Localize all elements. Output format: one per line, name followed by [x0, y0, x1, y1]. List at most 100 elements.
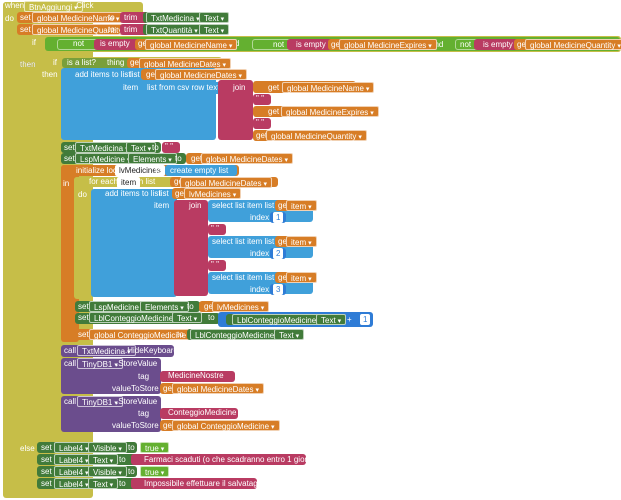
to-label: to [128, 443, 135, 452]
prop-dropdown-text[interactable]: Text [274, 329, 305, 340]
string-value: " " [211, 224, 219, 233]
plus-operator: + [347, 315, 352, 324]
event-name-label: .Click [74, 1, 94, 10]
component-dropdown-txtquantita[interactable]: TxtQuantità [146, 24, 203, 35]
var-dropdown-lvmedicines[interactable]: lvMedicines [212, 301, 270, 312]
is-empty-label: is empty [483, 40, 513, 49]
bool-dropdown-true[interactable]: true [140, 442, 170, 453]
join-label: join [233, 83, 246, 92]
index-label: index [250, 285, 270, 294]
component-dropdown-lspmedicine[interactable]: LspMedicine [75, 153, 136, 164]
to-label: to [152, 143, 159, 152]
string-value: Impossibile effettuare il salvataggio! [144, 479, 271, 488]
prop-dropdown-text[interactable]: Text [199, 24, 230, 35]
prop-dropdown-visible[interactable]: Visible [88, 466, 127, 477]
item-label: item [123, 83, 139, 92]
get-label: get [268, 107, 280, 116]
set-label: set [20, 13, 31, 22]
prop-dropdown-elements[interactable]: Elements [128, 153, 177, 164]
var-dropdown-item[interactable]: item [286, 200, 317, 211]
string-value: " " [256, 94, 264, 103]
to-label: to [208, 313, 215, 322]
string-value: MedicineNostre [168, 371, 224, 380]
number-value[interactable]: 1 [273, 212, 284, 223]
prop-dropdown-text[interactable]: Text [88, 454, 119, 465]
not-label: not [73, 39, 85, 48]
tag-label: tag [138, 372, 150, 381]
list-label: list [130, 70, 140, 79]
string-value: Farmaci scaduti (o che scadranno entro 1… [144, 455, 326, 464]
var-dropdown-medicine-dates[interactable]: global MedicineDates [201, 153, 293, 164]
then-label-overlay: then [20, 60, 36, 69]
tag-label: tag [138, 409, 150, 418]
is-a-list-label: is a list? [67, 58, 96, 67]
var-dropdown-medicine-dates[interactable]: global MedicineDates [155, 69, 247, 80]
not-block[interactable] [252, 39, 292, 50]
to-label: to [187, 302, 194, 311]
set-label: set [64, 154, 75, 163]
var-dropdown-medicine-expires[interactable]: global MedicineExpires [339, 39, 437, 50]
var-dropdown-medicine-name[interactable]: global MedicineName [282, 82, 375, 93]
number-value[interactable]: 2 [273, 248, 284, 259]
set-label: set [41, 455, 52, 464]
do-label: do [78, 190, 87, 199]
set-label: set [64, 143, 75, 152]
join-block[interactable] [174, 200, 208, 296]
component-dropdown-txtmedicina[interactable]: TxtMedicina [75, 142, 134, 153]
component-dropdown-lblconteggio[interactable]: LblConteggioMedicine [190, 329, 285, 340]
select-list-item-label: select list item list [212, 273, 275, 282]
item-label: item [154, 201, 170, 210]
method-name-label: .StoreValue [116, 359, 158, 368]
for-each-label: for each [89, 177, 118, 186]
var-dropdown-lvmedicines[interactable]: lvMedicines [184, 188, 242, 199]
number-value[interactable]: 1 [360, 314, 371, 325]
prop-dropdown-text[interactable]: Text [199, 12, 230, 23]
component-dropdown-txtmedicina[interactable]: TxtMedicina [146, 12, 205, 23]
component-dropdown-lblconteggio[interactable]: LblConteggioMedicine [89, 312, 184, 323]
to-label: to [155, 166, 162, 175]
var-dropdown-medicine-expires[interactable]: global MedicineExpires [281, 106, 379, 117]
method-name-label: .HideKeyboard [125, 346, 178, 355]
var-dropdown-medicine-quantity[interactable]: global MedicineQuantity [525, 39, 621, 50]
var-dropdown-medicine-quantity[interactable]: global MedicineQuantity [32, 24, 133, 35]
number-value[interactable]: 3 [273, 284, 284, 295]
trim-label: trim [124, 25, 138, 34]
var-dropdown-medicine-name[interactable]: global MedicineName [145, 39, 238, 50]
prop-dropdown-elements[interactable]: Elements [140, 301, 189, 312]
else-label: else [20, 444, 35, 453]
var-dropdown-item[interactable]: item [286, 272, 317, 283]
var-dropdown-medicine-dates[interactable]: global MedicineDates [172, 383, 264, 394]
value-to-store-label: valueToStore [112, 384, 159, 393]
select-list-item-label: select list item list [212, 237, 275, 246]
bool-dropdown-true[interactable]: true [140, 466, 170, 477]
call-label: call [64, 359, 77, 368]
index-label: index [250, 213, 270, 222]
prop-dropdown-text[interactable]: Text [316, 314, 347, 325]
then-label: then [42, 70, 58, 79]
join-label: join [189, 201, 202, 210]
prop-dropdown-visible[interactable]: Visible [88, 442, 127, 453]
create-empty-list-label: create empty list [170, 166, 229, 175]
prop-dropdown-text[interactable]: Text [172, 312, 203, 323]
prop-dropdown-text[interactable]: Text [88, 478, 119, 489]
set-label: set [78, 330, 89, 339]
trim-label: trim [124, 13, 138, 22]
var-dropdown-conteggio[interactable]: global ConteggioMedicine [172, 420, 280, 431]
list-from-csv-label: list from csv row text [147, 83, 220, 92]
string-value: ConteggioMedicine [168, 408, 237, 417]
is-empty-label: is empty [100, 39, 130, 48]
method-name-label: .StoreValue [116, 397, 158, 406]
string-value: " " [211, 260, 219, 269]
var-dropdown-item[interactable]: item [286, 236, 317, 247]
to-label: to [175, 154, 182, 163]
var-dropdown-medicine-dates[interactable]: global MedicineDates [180, 177, 272, 188]
if-label: if [53, 58, 57, 67]
to-label: to [108, 25, 115, 34]
in-label: in [63, 179, 70, 188]
to-label: to [177, 330, 184, 339]
string-value: " " [165, 142, 173, 151]
if-label: if [32, 38, 36, 47]
in-list-label: in list [137, 177, 156, 186]
var-dropdown-medicine-quantity[interactable]: global MedicineQuantity [266, 130, 367, 141]
component-dropdown-lblconteggio[interactable]: LblConteggioMedicine [232, 314, 327, 325]
